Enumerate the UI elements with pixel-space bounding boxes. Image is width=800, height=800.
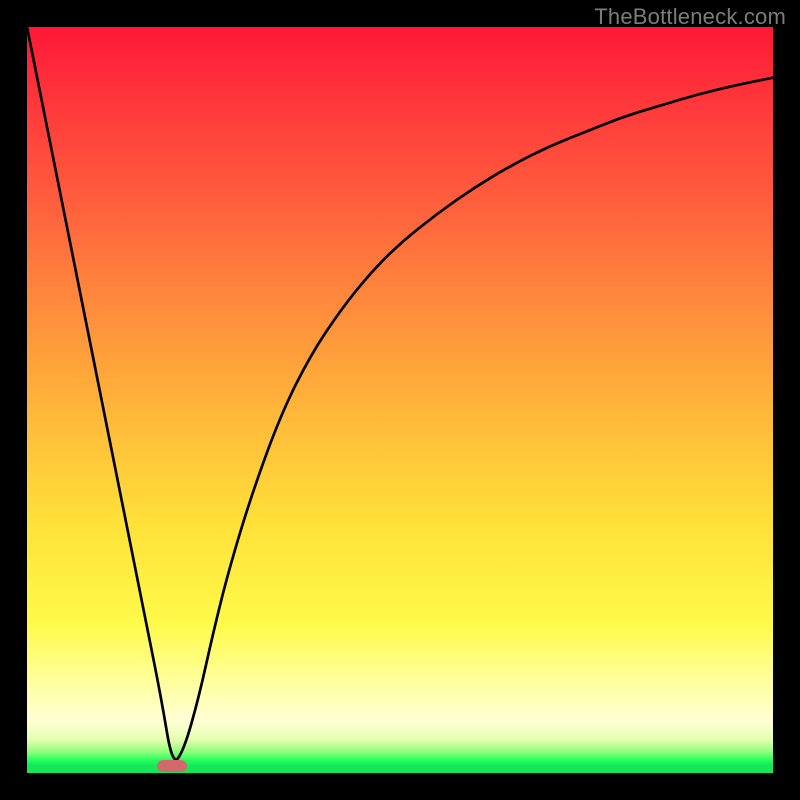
- watermark-text: TheBottleneck.com: [594, 4, 786, 30]
- plot-area: [27, 27, 773, 773]
- bottleneck-curve: [27, 27, 773, 759]
- chart-frame: TheBottleneck.com: [0, 0, 800, 800]
- min-marker: [157, 760, 187, 772]
- curve-svg: [27, 27, 773, 773]
